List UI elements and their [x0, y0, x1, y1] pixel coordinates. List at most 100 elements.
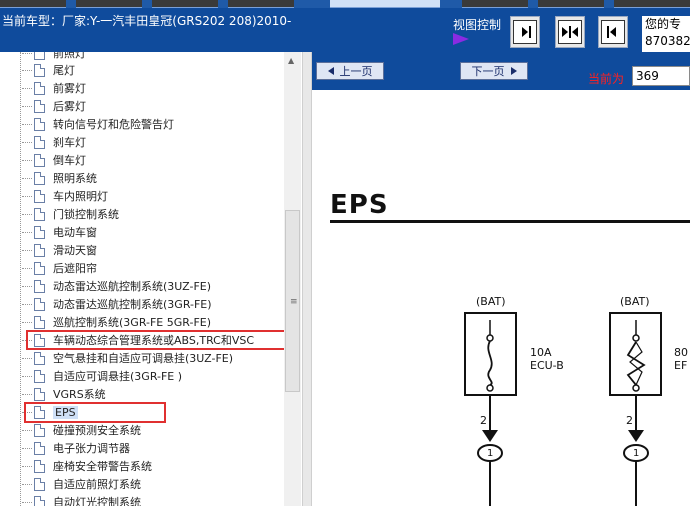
tree-item[interactable]: 滑动天窗 [22, 241, 97, 259]
tab-chip[interactable] [76, 0, 142, 8]
view-split-button[interactable] [555, 16, 585, 48]
split-view-icon [558, 20, 582, 44]
tree-item[interactable]: 电子张力调节器 [22, 439, 130, 457]
tree-item-label: 车内照明灯 [53, 190, 108, 203]
current-car-model: 当前车型：厂家:Y-一汽丰田皇冠(GRS202 208)2010- [2, 14, 292, 28]
tree-item-label: 巡航控制系统(3GR-FE 5GR-FE) [53, 316, 212, 329]
tree-item[interactable]: 后雾灯 [22, 97, 86, 115]
fuse-amp-label: 10A [530, 346, 552, 359]
tree-item[interactable]: 转向信号灯和危险警告灯 [22, 115, 174, 133]
connector-number: 1 [633, 448, 640, 459]
tree-item-label: 自动灯光控制系统 [53, 496, 141, 506]
tree-item-label: 自适应前照灯系统 [53, 478, 141, 491]
tree-scrollbar[interactable]: ▲ ≡ [284, 52, 301, 506]
contact-info: 您的专 870382 [642, 16, 690, 52]
next-page-button[interactable]: 下一页 [460, 62, 528, 80]
tab-chip-active[interactable] [330, 0, 440, 8]
current-page-input[interactable] [632, 66, 690, 86]
current-page-label: 当前为 [588, 72, 625, 86]
tree-item-label: 倒车灯 [53, 154, 86, 167]
tree-item-label: VGRS系统 [53, 388, 106, 401]
document-icon [34, 369, 45, 383]
tree-item-label: 刹车灯 [53, 136, 86, 149]
document-icon [34, 315, 45, 329]
document-icon [34, 423, 45, 437]
tab-chip[interactable] [152, 0, 218, 8]
tree-item-label: 尾灯 [53, 64, 75, 77]
expand-left-icon [601, 20, 625, 44]
tree-item[interactable]: 自适应可调悬挂(3GR-FE ) [22, 367, 182, 385]
document-icon [34, 207, 45, 221]
tree-item[interactable]: 门锁控制系统 [22, 205, 119, 223]
view-expand-right-button[interactable] [510, 16, 540, 48]
tree-item[interactable]: 刹车灯 [22, 133, 86, 151]
document-icon [34, 117, 45, 131]
document-icon [34, 153, 45, 167]
tab-chip[interactable] [462, 0, 528, 8]
tree-item[interactable]: 碰撞预测安全系统 [22, 421, 141, 439]
tree-item[interactable]: 前雾灯 [22, 79, 86, 97]
tree-item-label: 前照灯 [53, 52, 86, 60]
tree-item-label: 空气悬挂和自适应可调悬挂(3UZ-FE) [53, 352, 234, 365]
tree-item-label: 转向信号灯和危险警告灯 [53, 118, 174, 131]
document-icon [34, 495, 45, 506]
view-control-label: 视图控制 [453, 18, 502, 32]
tree-item-label: 照明系统 [53, 172, 97, 185]
tree-item[interactable]: 巡航控制系统(3GR-FE 5GR-FE) [22, 313, 211, 331]
tree-item-label: 动态雷达巡航控制系统(3UZ-FE) [53, 280, 212, 293]
tree-item[interactable]: 动态雷达巡航控制系统(3UZ-FE) [22, 277, 211, 295]
tree-item-label: 后雾灯 [53, 100, 86, 113]
highlight-box [24, 402, 166, 423]
tree-item-label: 电动车窗 [53, 226, 97, 239]
tree-item[interactable]: 电动车窗 [22, 223, 97, 241]
triangle-right-icon [510, 67, 517, 75]
tree-item[interactable]: 倒车灯 [22, 151, 86, 169]
tab-chip[interactable] [614, 0, 690, 8]
tab-chip[interactable] [228, 0, 294, 8]
document-icon [34, 459, 45, 473]
tree-item[interactable]: 自适应前照灯系统 [22, 475, 141, 493]
document-icon [34, 225, 45, 239]
tree-item-label: 动态雷达巡航控制系统(3GR-FE) [53, 298, 212, 311]
wiring-diagram [464, 312, 662, 506]
fuse-name-label: ECU-B [530, 359, 564, 372]
tree-item-label: 滑动天窗 [53, 244, 97, 257]
prev-page-button[interactable]: 上一页 [316, 62, 384, 80]
tree-item-label: 自适应可调悬挂(3GR-FE ) [53, 370, 183, 383]
tree-item[interactable]: 后遮阳帘 [22, 259, 97, 277]
tree-item-label: 碰撞预测安全系统 [53, 424, 141, 437]
tree-item[interactable]: VGRS系统 [22, 385, 106, 403]
tab-strip [0, 0, 690, 8]
scrollbar-thumb[interactable]: ≡ [285, 210, 300, 392]
view-expand-left-button[interactable] [598, 16, 628, 48]
top-bar: 当前车型：厂家:Y-一汽丰田皇冠(GRS202 208)2010- 视图控制 您… [0, 0, 690, 52]
document-icon [34, 99, 45, 113]
tree-item[interactable]: 尾灯 [22, 61, 75, 79]
tree-item[interactable]: 座椅安全带警告系统 [22, 457, 152, 475]
document-icon [34, 387, 45, 401]
document-icon [34, 261, 45, 275]
grip-icon: ≡ [290, 297, 298, 307]
tree-item[interactable]: 动态雷达巡航控制系统(3GR-FE) [22, 295, 212, 313]
document-view: EPS (BAT) (BAT) 10A ECU-B 80 EF 2 2 1 1 [312, 90, 690, 506]
tree-item-label: 电子张力调节器 [53, 442, 130, 455]
tree-item-label: 座椅安全带警告系统 [53, 460, 152, 473]
tree-item[interactable]: 车内照明灯 [22, 187, 108, 205]
document-icon [34, 297, 45, 311]
pin-number: 2 [626, 414, 633, 427]
tab-chip[interactable] [0, 0, 66, 8]
document-icon [34, 52, 45, 60]
pane-splitter[interactable] [302, 52, 312, 506]
contact-line: 您的专 [645, 17, 682, 31]
tree-item[interactable]: 空气悬挂和自适应可调悬挂(3UZ-FE) [22, 349, 233, 367]
triangle-arrow-icon [453, 33, 469, 45]
scroll-up-icon[interactable]: ▲ [288, 56, 294, 65]
tree-item-label: 后遮阳帘 [53, 262, 97, 275]
triangle-left-icon [327, 67, 334, 75]
tree-item[interactable]: 自动灯光控制系统 [22, 493, 141, 506]
document-icon [34, 441, 45, 455]
next-page-label: 下一页 [471, 65, 505, 78]
tab-chip[interactable] [538, 0, 604, 8]
tree-item[interactable]: 照明系统 [22, 169, 97, 187]
contact-line: 870382 [645, 34, 690, 48]
